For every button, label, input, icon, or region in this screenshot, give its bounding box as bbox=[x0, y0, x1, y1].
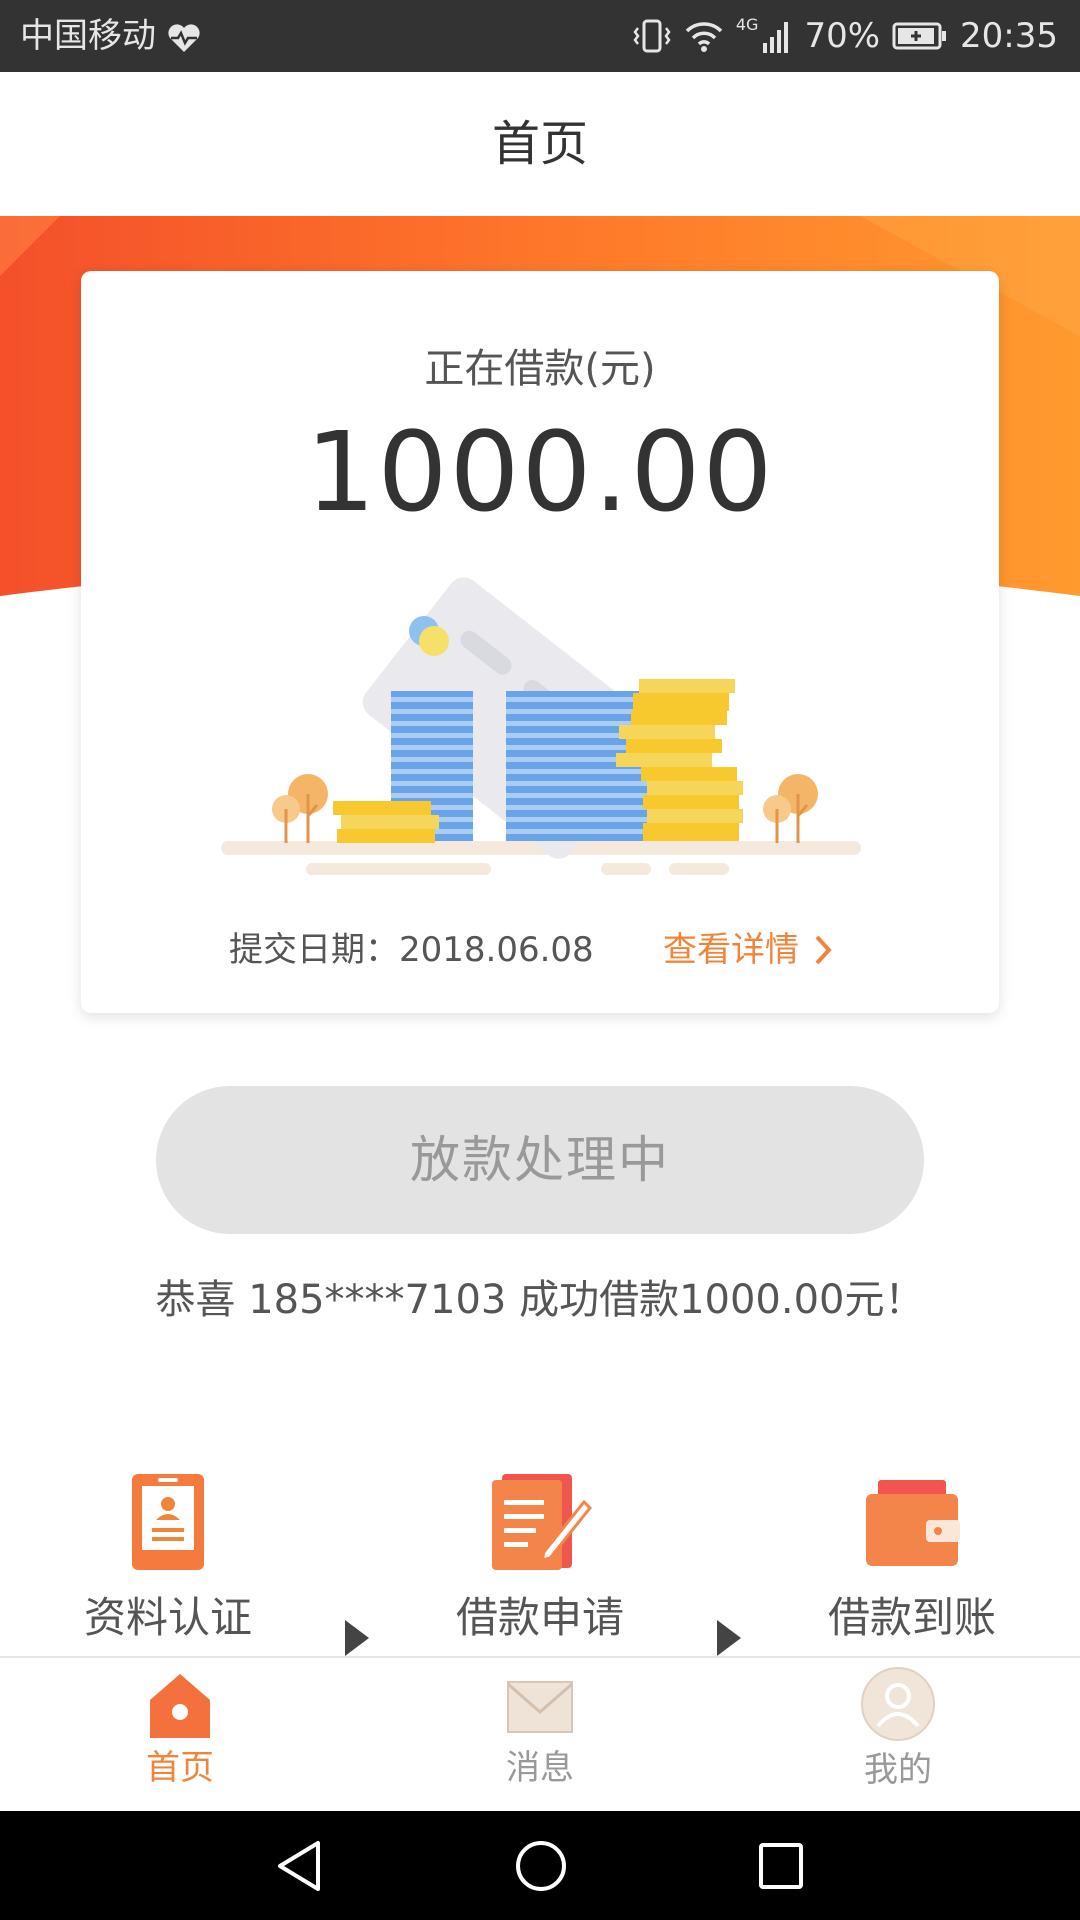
view-details-label: 查看详情 bbox=[663, 930, 799, 970]
recent-apps-icon[interactable] bbox=[756, 1839, 806, 1893]
submit-date-label: 提交日期： bbox=[229, 930, 399, 970]
submit-date-row: 提交日期：2018.06.08 bbox=[229, 927, 594, 973]
vibrate-icon bbox=[633, 19, 671, 53]
clock: 20:35 bbox=[960, 16, 1058, 56]
tab-messages-label: 消息 bbox=[506, 1748, 574, 1788]
tab-home[interactable]: 首页 bbox=[80, 1672, 280, 1790]
step-verification: 资料认证 bbox=[38, 1472, 298, 1646]
wallet-icon bbox=[866, 1480, 960, 1566]
carrier-name: 中国移动 bbox=[20, 16, 156, 56]
bottom-tab-bar: 首页 消息 我的 bbox=[0, 1656, 1080, 1813]
step-label-verification: 资料认证 bbox=[83, 1593, 252, 1642]
loan-label: 正在借款(元) bbox=[424, 346, 656, 392]
step-disbursed: 借款到账 bbox=[782, 1472, 1042, 1646]
home-icon bbox=[150, 1674, 210, 1738]
status-icons: 4G 70% 20:35 bbox=[632, 12, 1058, 60]
step-arrow-2 bbox=[717, 1620, 741, 1656]
battery-icon bbox=[892, 22, 947, 50]
step-label-application: 借款申请 bbox=[455, 1593, 624, 1642]
network-type: 4G bbox=[735, 15, 759, 34]
battery-percent: 70% bbox=[804, 16, 881, 56]
chevron-right-icon bbox=[815, 935, 832, 965]
tab-messages[interactable]: 消息 bbox=[440, 1672, 640, 1790]
loan-amount: 1000.00 bbox=[305, 408, 775, 536]
wifi-icon bbox=[685, 22, 723, 52]
loan-illustration bbox=[221, 577, 861, 875]
page-title: 首页 bbox=[491, 116, 588, 172]
view-details-link[interactable]: 查看详情 bbox=[663, 927, 833, 973]
id-card-icon bbox=[132, 1474, 204, 1570]
home-circle-icon[interactable] bbox=[514, 1839, 568, 1893]
congrats-message: 恭喜 185****7103 成功借款1000.00元！ bbox=[155, 1277, 925, 1323]
document-edit-icon bbox=[492, 1474, 592, 1570]
tab-home-label: 首页 bbox=[146, 1748, 214, 1788]
disbursement-status-button[interactable]: 放款处理中 bbox=[156, 1086, 924, 1234]
system-navigation-bar bbox=[0, 1811, 1080, 1920]
signal-icon bbox=[763, 22, 789, 53]
profile-icon bbox=[861, 1667, 935, 1741]
status-bar: 中国移动 4G 70% 20:35 bbox=[0, 0, 1080, 72]
step-label-disbursed: 借款到账 bbox=[827, 1593, 996, 1642]
step-arrow-1 bbox=[345, 1620, 369, 1656]
heart-monitor-icon bbox=[168, 24, 200, 52]
submit-date-value: 2018.06.08 bbox=[399, 930, 594, 970]
step-application: 借款申请 bbox=[410, 1472, 670, 1646]
back-icon[interactable] bbox=[274, 1839, 324, 1893]
tab-profile[interactable]: 我的 bbox=[798, 1667, 998, 1792]
loan-card: 正在借款(元) 1000.00 提交日期：2018.06.08 查看详情 bbox=[81, 271, 999, 1013]
tab-profile-label: 我的 bbox=[864, 1750, 932, 1790]
mail-icon bbox=[507, 1681, 573, 1733]
app-header: 首页 bbox=[0, 72, 1080, 216]
